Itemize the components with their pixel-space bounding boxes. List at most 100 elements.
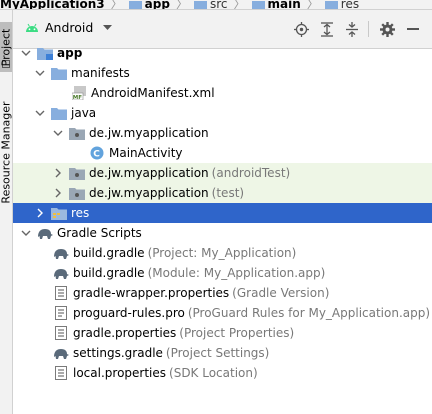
- tree-node-app[interactable]: app: [13, 43, 432, 63]
- text-file-icon: [53, 305, 69, 321]
- tree-node-label: res: [71, 206, 90, 220]
- tree-node-android-manifest[interactable]: MF AndroidManifest.xml: [13, 83, 432, 103]
- tree-node-java[interactable]: java: [13, 103, 432, 123]
- tree-node-package-android-test[interactable]: de.jw.myapplication (androidTest): [13, 163, 432, 183]
- tree-node-hint: (ProGuard Rules for My_Application.app): [187, 306, 431, 320]
- tree-node-label: build.gradle: [73, 246, 145, 260]
- folder-icon: [324, 0, 338, 9]
- chevron-down-icon[interactable]: [53, 128, 63, 138]
- chevron-right-icon[interactable]: [35, 208, 45, 218]
- tree-node-gradle-file[interactable]: settings.gradle (Project Settings): [13, 343, 432, 363]
- tree-node-label: manifests: [71, 66, 130, 80]
- tree-node-label: proguard-rules.pro: [73, 306, 185, 320]
- tree-node-properties-file[interactable]: local.properties (SDK Location): [13, 363, 432, 383]
- gradle-file-icon: [53, 245, 69, 261]
- expand-all-button[interactable]: [319, 21, 335, 37]
- chevron-down-icon[interactable]: [21, 48, 31, 58]
- tree-node-proguard-file[interactable]: proguard-rules.pro (ProGuard Rules for M…: [13, 303, 432, 323]
- package-icon: [69, 125, 85, 141]
- breadcrumb-app[interactable]: app: [145, 0, 170, 9]
- svg-text:C: C: [93, 150, 100, 160]
- gradle-file-icon: [53, 265, 69, 281]
- project-tree: app manifests MF AndroidManifest.xml jav…: [13, 43, 432, 414]
- tree-node-label: MainActivity: [109, 146, 183, 160]
- breadcrumb-separator: 〉: [175, 0, 188, 10]
- tree-node-res[interactable]: res: [13, 203, 432, 223]
- settings-button[interactable]: [379, 21, 395, 37]
- tree-node-label: build.gradle: [73, 266, 145, 280]
- tree-node-label: app: [57, 46, 83, 60]
- chevron-down-icon[interactable]: [21, 228, 31, 238]
- tree-node-label: gradle-wrapper.properties: [73, 286, 230, 300]
- tree-node-package-main[interactable]: de.jw.myapplication: [13, 123, 432, 143]
- resource-folder-icon: [51, 205, 67, 221]
- tree-node-label: local.properties: [73, 366, 167, 380]
- project-tab[interactable]: Project: [0, 22, 13, 72]
- collapse-all-button[interactable]: [344, 21, 360, 37]
- breadcrumb-main[interactable]: main: [268, 0, 301, 9]
- minimize-icon: [407, 27, 419, 30]
- tree-node-label: settings.gradle: [73, 346, 163, 360]
- tree-node-properties-file[interactable]: gradle-wrapper.properties (Gradle Versio…: [13, 283, 432, 303]
- folder-icon: [128, 0, 142, 9]
- svg-text:MF: MF: [73, 95, 82, 100]
- breadcrumb-project[interactable]: MyApplication3: [0, 0, 105, 9]
- chevron-down-icon[interactable]: [35, 68, 45, 78]
- tree-node-hint: (Gradle Version): [232, 286, 330, 300]
- tree-node-label: gradle.properties: [73, 326, 177, 340]
- gear-icon: [379, 21, 395, 37]
- hide-panel-button[interactable]: [405, 21, 421, 37]
- resource-manager-tab[interactable]: Resource Manager: [0, 101, 13, 203]
- chevron-right-icon[interactable]: [53, 168, 63, 178]
- tree-node-hint: (Project Settings): [165, 346, 270, 360]
- tree-node-manifests[interactable]: manifests: [13, 63, 432, 83]
- project-tab-label: Project: [0, 28, 13, 66]
- tree-node-hint: (Project Properties): [179, 326, 295, 340]
- breadcrumb-src[interactable]: src: [210, 0, 228, 9]
- tree-node-label: de.jw.myapplication: [89, 186, 209, 200]
- gradle-file-icon: [53, 345, 69, 361]
- chevron-down-icon: [103, 24, 113, 30]
- package-icon: [69, 165, 85, 181]
- tool-window-strip: Project Resource Manager: [0, 10, 13, 414]
- breadcrumb: MyApplication3 〉 app 〉 src 〉 main 〉 res: [0, 0, 432, 10]
- view-selector[interactable]: Android: [25, 20, 113, 35]
- android-icon: [26, 23, 38, 32]
- package-icon: [69, 185, 85, 201]
- tree-node-properties-file[interactable]: gradle.properties (Project Properties): [13, 323, 432, 343]
- breadcrumb-separator: 〉: [110, 0, 123, 10]
- tree-node-label: Gradle Scripts: [57, 226, 142, 240]
- tree-node-main-activity[interactable]: C MainActivity: [13, 143, 432, 163]
- view-selector-label: Android: [45, 20, 94, 35]
- folder-icon: [51, 65, 67, 81]
- tree-node-hint: (SDK Location): [169, 366, 258, 380]
- tree-node-gradle-file[interactable]: build.gradle (Module: My_Application.app…: [13, 263, 432, 283]
- tree-node-gradle-file[interactable]: build.gradle (Project: My_Application): [13, 243, 432, 263]
- tree-node-hint: (androidTest): [211, 166, 291, 180]
- tree-node-hint: (Module: My_Application.app): [147, 266, 326, 280]
- tree-node-label: de.jw.myapplication: [89, 126, 209, 140]
- tree-node-label: AndroidManifest.xml: [91, 86, 215, 100]
- gradle-elephant-icon: [37, 225, 53, 241]
- breadcrumb-separator: 〉: [306, 0, 319, 10]
- tree-node-label: java: [71, 106, 97, 120]
- tree-node-gradle-scripts[interactable]: Gradle Scripts: [13, 223, 432, 243]
- breadcrumb-res[interactable]: res: [341, 0, 359, 9]
- tree-node-hint: (test): [211, 186, 245, 200]
- crosshair-icon: [293, 21, 309, 37]
- toolbar-divider: [368, 21, 369, 37]
- folder-icon: [251, 0, 265, 9]
- folder-icon: [51, 105, 67, 121]
- tree-node-label: de.jw.myapplication: [89, 166, 209, 180]
- properties-file-icon: [53, 365, 69, 381]
- tree-node-hint: (Project: My_Application): [147, 246, 297, 260]
- properties-file-icon: [53, 285, 69, 301]
- chevron-down-icon[interactable]: [35, 108, 45, 118]
- folder-icon: [193, 0, 207, 9]
- locate-file-button[interactable]: [293, 21, 309, 37]
- properties-file-icon: [53, 325, 69, 341]
- tree-node-package-test[interactable]: de.jw.myapplication (test): [13, 183, 432, 203]
- collapse-all-icon: [346, 21, 358, 37]
- expand-all-icon: [321, 21, 333, 37]
- chevron-right-icon[interactable]: [53, 188, 63, 198]
